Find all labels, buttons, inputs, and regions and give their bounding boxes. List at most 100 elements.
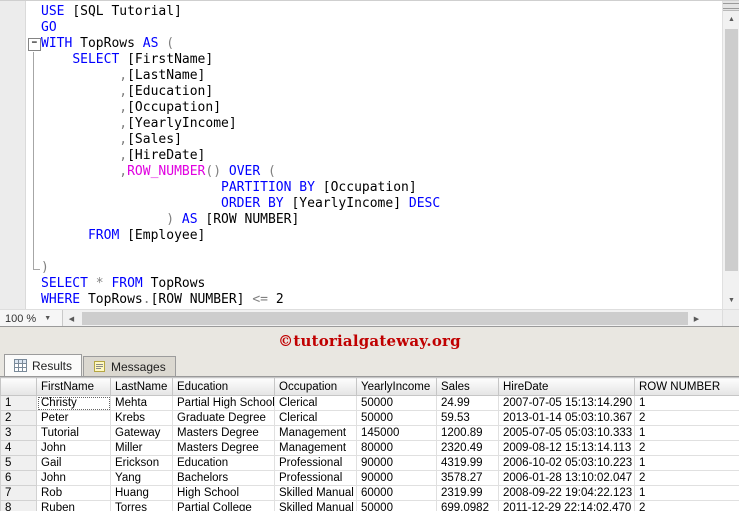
row-number-cell[interactable]: 4 <box>1 441 37 456</box>
grid-cell[interactable]: Masters Degree <box>173 441 275 456</box>
grid-cell[interactable]: 50000 <box>357 501 437 511</box>
grid-cell[interactable]: 50000 <box>357 396 437 411</box>
scroll-down-icon[interactable]: ▼ <box>723 292 739 309</box>
vertical-scrollbar[interactable]: ▲ ▼ <box>722 1 739 309</box>
scroll-up-icon[interactable]: ▲ <box>723 11 739 28</box>
grid-cell[interactable]: Christy <box>37 396 111 411</box>
grid-cell[interactable]: 80000 <box>357 441 437 456</box>
column-header[interactable]: LastName <box>111 378 173 396</box>
grid-cell[interactable]: 59.53 <box>437 411 499 426</box>
grid-cell[interactable]: Skilled Manual <box>275 501 357 511</box>
grid-cell[interactable]: Professional <box>275 456 357 471</box>
vertical-scrollbar-thumb[interactable] <box>725 29 738 271</box>
grid-cell[interactable]: 2011-12-29 22:14:02.470 <box>499 501 635 511</box>
grid-cell[interactable]: Skilled Manual <box>275 486 357 501</box>
grid-cell[interactable]: 60000 <box>357 486 437 501</box>
column-header[interactable]: ROW NUMBER <box>635 378 739 396</box>
grid-cell[interactable]: Miller <box>111 441 173 456</box>
grid-cell[interactable]: Graduate Degree <box>173 411 275 426</box>
code-line: FROM [Employee] <box>0 228 722 244</box>
zoom-control[interactable]: 100 % ▼ <box>0 310 63 327</box>
fold-collapse-icon[interactable] <box>27 36 41 52</box>
grid-cell[interactable]: Rob <box>37 486 111 501</box>
grid-cell[interactable]: 699.0982 <box>437 501 499 511</box>
grid-cell[interactable]: 1 <box>635 486 739 501</box>
fold-margin <box>27 196 41 212</box>
grid-cell[interactable]: 4319.99 <box>437 456 499 471</box>
grid-cell[interactable]: Gail <box>37 456 111 471</box>
grid-cell[interactable]: 2005-07-05 05:03:10.333 <box>499 426 635 441</box>
grid-cell[interactable]: Partial High School <box>173 396 275 411</box>
grid-cell[interactable]: Tutorial <box>37 426 111 441</box>
grid-cell[interactable]: Management <box>275 426 357 441</box>
grid-cell[interactable]: 24.99 <box>437 396 499 411</box>
query-editor[interactable]: USE [SQL Tutorial]GOWITH TopRows AS ( SE… <box>0 1 722 309</box>
grid-cell[interactable]: Mehta <box>111 396 173 411</box>
grid-cell[interactable]: 2009-08-12 15:13:14.113 <box>499 441 635 456</box>
tab-results[interactable]: Results <box>4 354 82 376</box>
grid-cell[interactable]: John <box>37 441 111 456</box>
column-header[interactable]: Occupation <box>275 378 357 396</box>
grid-cell[interactable]: Management <box>275 441 357 456</box>
grid-cell[interactable]: Partial College <box>173 501 275 511</box>
code-line: ,[YearlyIncome] <box>0 116 722 132</box>
grid-cell[interactable]: 3578.27 <box>437 471 499 486</box>
grid-cell[interactable]: John <box>37 471 111 486</box>
column-header[interactable]: FirstName <box>37 378 111 396</box>
grid-cell[interactable]: 2320.49 <box>437 441 499 456</box>
tab-messages[interactable]: Messages <box>83 356 176 376</box>
grid-cell[interactable]: Bachelors <box>173 471 275 486</box>
grid-cell[interactable]: 1 <box>635 396 739 411</box>
fold-margin <box>27 180 41 196</box>
grid-cell[interactable]: Peter <box>37 411 111 426</box>
grid-cell[interactable]: 2 <box>635 411 739 426</box>
horizontal-scrollbar-thumb[interactable] <box>82 312 702 325</box>
grid-cell[interactable]: Yang <box>111 471 173 486</box>
splitter-grip-icon[interactable] <box>723 1 739 11</box>
grid-cell[interactable]: Krebs <box>111 411 173 426</box>
grid-cell[interactable]: 2 <box>635 501 739 511</box>
row-number-cell[interactable]: 8 <box>1 501 37 511</box>
grid-cell[interactable]: High School <box>173 486 275 501</box>
horizontal-scrollbar[interactable]: 100 % ▼ ◀ ▶ <box>0 309 739 326</box>
scroll-left-icon[interactable]: ◀ <box>63 310 80 327</box>
row-number-cell[interactable]: 5 <box>1 456 37 471</box>
grid-cell[interactable]: 2 <box>635 471 739 486</box>
row-number-cell[interactable]: 2 <box>1 411 37 426</box>
column-header[interactable]: HireDate <box>499 378 635 396</box>
column-header[interactable]: Sales <box>437 378 499 396</box>
row-number-cell[interactable]: 6 <box>1 471 37 486</box>
grid-cell[interactable]: 1200.89 <box>437 426 499 441</box>
grid-cell[interactable]: 2 <box>635 441 739 456</box>
column-header[interactable] <box>1 378 37 396</box>
grid-cell[interactable]: 2319.99 <box>437 486 499 501</box>
grid-cell[interactable]: Gateway <box>111 426 173 441</box>
grid-cell[interactable]: 90000 <box>357 456 437 471</box>
grid-cell[interactable]: 50000 <box>357 411 437 426</box>
grid-cell[interactable]: 2007-07-05 15:13:14.290 <box>499 396 635 411</box>
grid-cell[interactable]: 90000 <box>357 471 437 486</box>
grid-cell[interactable]: 2008-09-22 19:04:22.123 <box>499 486 635 501</box>
grid-cell[interactable]: 2006-01-28 13:10:02.047 <box>499 471 635 486</box>
grid-cell[interactable]: Erickson <box>111 456 173 471</box>
grid-cell[interactable]: Education <box>173 456 275 471</box>
grid-cell[interactable]: 1 <box>635 456 739 471</box>
grid-cell[interactable]: Clerical <box>275 396 357 411</box>
grid-cell[interactable]: Torres <box>111 501 173 511</box>
column-header[interactable]: YearlyIncome <box>357 378 437 396</box>
scroll-right-icon[interactable]: ▶ <box>688 310 705 327</box>
grid-cell[interactable]: Masters Degree <box>173 426 275 441</box>
row-number-cell[interactable]: 7 <box>1 486 37 501</box>
results-grid-icon <box>14 359 27 372</box>
grid-cell[interactable]: 2006-10-02 05:03:10.223 <box>499 456 635 471</box>
grid-cell[interactable]: 1 <box>635 426 739 441</box>
grid-cell[interactable]: Clerical <box>275 411 357 426</box>
row-number-cell[interactable]: 1 <box>1 396 37 411</box>
grid-cell[interactable]: Ruben <box>37 501 111 511</box>
column-header[interactable]: Education <box>173 378 275 396</box>
grid-cell[interactable]: Huang <box>111 486 173 501</box>
grid-cell[interactable]: Professional <box>275 471 357 486</box>
grid-cell[interactable]: 145000 <box>357 426 437 441</box>
grid-cell[interactable]: 2013-01-14 05:03:10.367 <box>499 411 635 426</box>
row-number-cell[interactable]: 3 <box>1 426 37 441</box>
